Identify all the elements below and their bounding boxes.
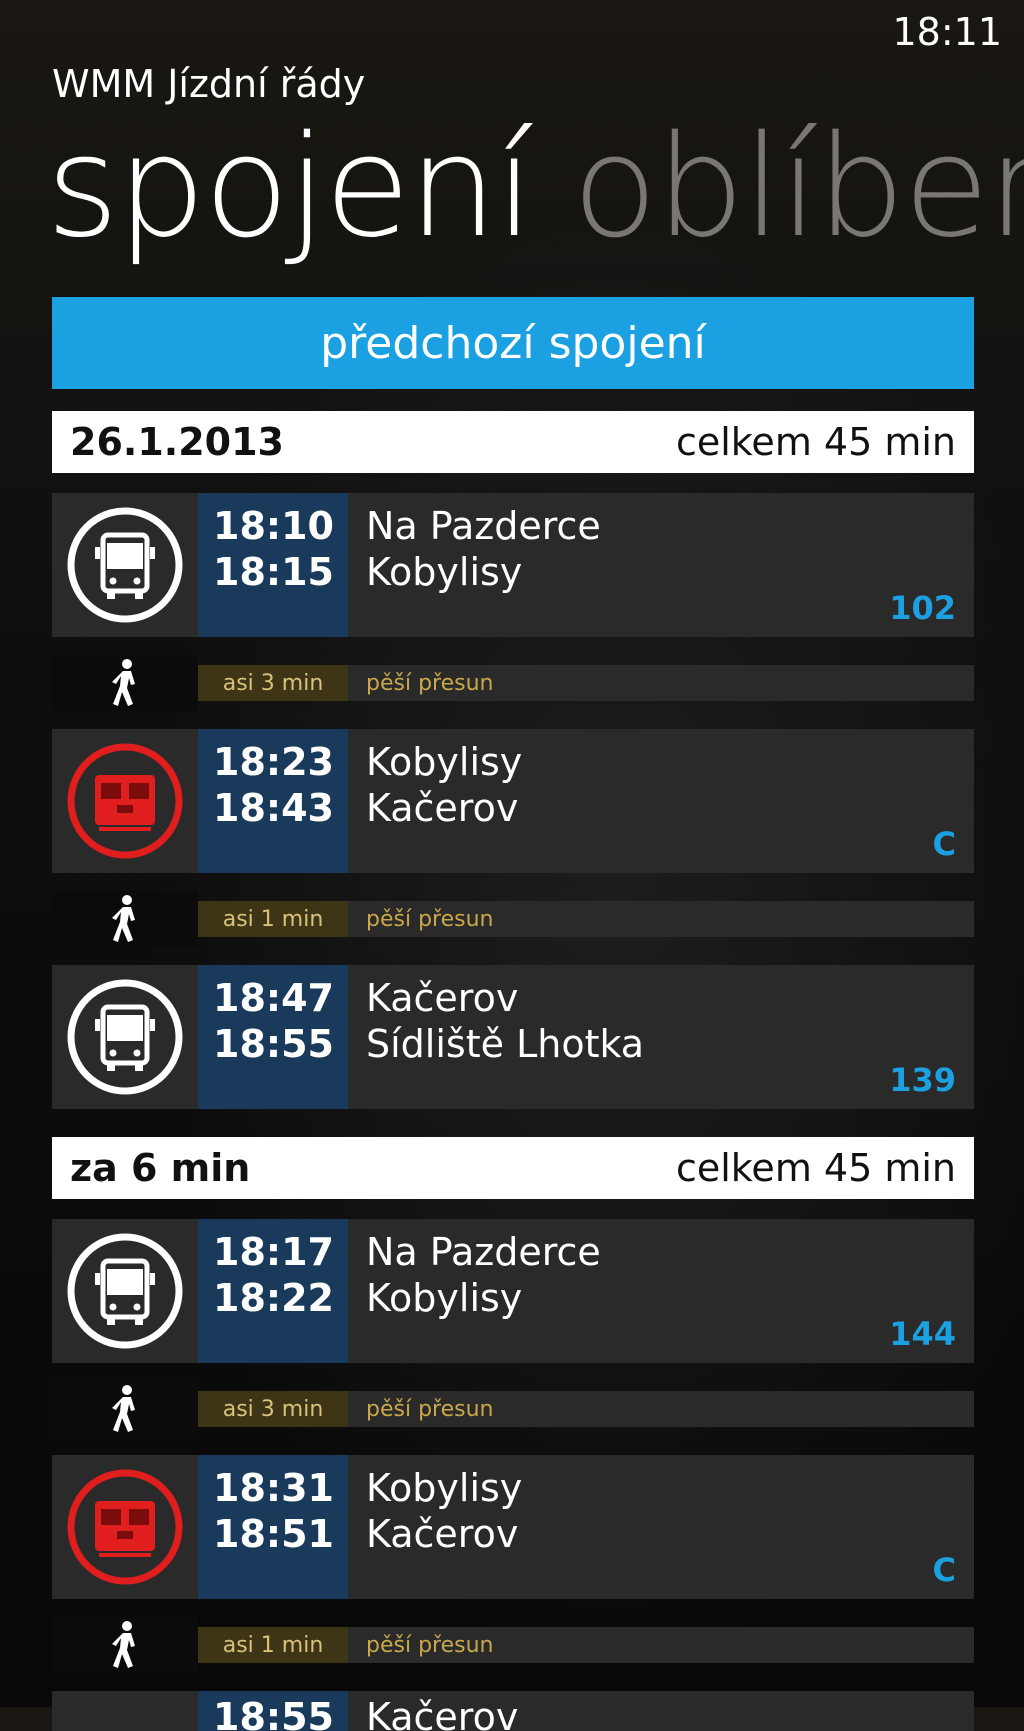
bus-icon (52, 1219, 198, 1363)
walking-icon (52, 891, 198, 947)
line-number: C (932, 825, 956, 863)
segment-stops: Kobylisy Kačerov C (348, 1455, 974, 1599)
walk-label: pěší přesun (366, 1396, 494, 1422)
arrival-time: 18:15 (213, 550, 334, 594)
app-title: WMM Jízdní řády (52, 62, 366, 106)
bus-icon (52, 1691, 198, 1731)
departure-time: 18:10 (213, 504, 334, 548)
departure-time: 18:55 (198, 1691, 348, 1731)
walk-label: pěší přesun (366, 906, 494, 932)
segment-walk: asi 3 min pěší přesun (52, 655, 974, 711)
to-stop: Kačerov (366, 1512, 519, 1556)
bus-icon (52, 493, 198, 637)
connection-total: celkem 45 min (675, 1146, 956, 1190)
pivot-tab-spojeni[interactable]: spojení (46, 106, 534, 269)
previous-connections-button[interactable]: předchozí spojení (52, 297, 974, 389)
arrival-time: 18:22 (213, 1276, 334, 1320)
line-number: 139 (889, 1061, 956, 1099)
walk-label: pěší přesun (366, 670, 494, 696)
segment-stops: Na Pazderce Kobylisy 102 (348, 493, 974, 637)
connection-header[interactable]: za 6 min celkem 45 min (52, 1137, 974, 1199)
departure-time: 18:23 (213, 740, 334, 784)
segment-walk: asi 1 min pěší přesun (52, 891, 974, 947)
bus-icon (52, 965, 198, 1109)
connection-date: 26.1.2013 (70, 420, 284, 464)
connection-total: celkem 45 min (675, 420, 956, 464)
from-stop: Na Pazderce (366, 1230, 601, 1274)
metro-icon (52, 729, 198, 873)
line-number: 102 (889, 589, 956, 627)
segment-stops: Kačerov Sídliště Lhotka 139 (348, 965, 974, 1109)
segment-walk: asi 3 min pěší přesun (52, 1381, 974, 1437)
from-stop: Na Pazderce (366, 504, 601, 548)
from-stop: Kobylisy (366, 1466, 523, 1510)
walk-duration: asi 1 min (198, 901, 348, 937)
departure-time: 18:47 (213, 976, 334, 1020)
arrival-time: 18:51 (213, 1512, 334, 1556)
from-stop: Kačerov (366, 1695, 519, 1731)
segment-times: 18:47 18:55 (198, 965, 348, 1109)
to-stop: Sídliště Lhotka (366, 1022, 645, 1066)
segment-walk: asi 1 min pěší přesun (52, 1617, 974, 1673)
from-stop: Kačerov (366, 976, 519, 1020)
segment-bus[interactable]: 18:47 18:55 Kačerov Sídliště Lhotka 139 (52, 965, 974, 1109)
pivot-header: spojení oblíben (46, 118, 1024, 258)
walk-duration: asi 1 min (198, 1627, 348, 1663)
walk-duration: asi 3 min (198, 1391, 348, 1427)
segment-times: 18:23 18:43 (198, 729, 348, 873)
line-number: 144 (889, 1315, 956, 1353)
segment-times: 18:10 18:15 (198, 493, 348, 637)
to-stop: Kobylisy (366, 1276, 523, 1320)
to-stop: Kobylisy (366, 550, 523, 594)
walk-duration: asi 3 min (198, 665, 348, 701)
segment-stops: Na Pazderce Kobylisy 144 (348, 1219, 974, 1363)
segment-stops: Kobylisy Kačerov C (348, 729, 974, 873)
pivot-tab-oblibene[interactable]: oblíben (572, 106, 1024, 269)
walk-label: pěší přesun (366, 1632, 494, 1658)
from-stop: Kobylisy (366, 740, 523, 784)
arrival-time: 18:43 (213, 786, 334, 830)
departure-time: 18:31 (213, 1466, 334, 1510)
segment-metro[interactable]: 18:23 18:43 Kobylisy Kačerov C (52, 729, 974, 873)
metro-icon (52, 1455, 198, 1599)
connection-list[interactable]: 26.1.2013 celkem 45 min 18:10 18:15 Na P… (52, 411, 974, 1731)
walking-icon (52, 1617, 198, 1673)
segment-times: 18:31 18:51 (198, 1455, 348, 1599)
arrival-time: 18:55 (213, 1022, 334, 1066)
segment-bus[interactable]: 18:10 18:15 Na Pazderce Kobylisy 102 (52, 493, 974, 637)
segment-times: 18:17 18:22 (198, 1219, 348, 1363)
to-stop: Kačerov (366, 786, 519, 830)
connection-date: za 6 min (70, 1146, 251, 1190)
status-time: 18:11 (892, 10, 1002, 54)
walking-icon (52, 655, 198, 711)
departure-time: 18:17 (213, 1230, 334, 1274)
segment-metro[interactable]: 18:31 18:51 Kobylisy Kačerov C (52, 1455, 974, 1599)
walking-icon (52, 1381, 198, 1437)
segment-bus-partial[interactable]: 18:55 Kačerov (52, 1691, 974, 1731)
line-number: C (932, 1551, 956, 1589)
segment-bus[interactable]: 18:17 18:22 Na Pazderce Kobylisy 144 (52, 1219, 974, 1363)
connection-header[interactable]: 26.1.2013 celkem 45 min (52, 411, 974, 473)
